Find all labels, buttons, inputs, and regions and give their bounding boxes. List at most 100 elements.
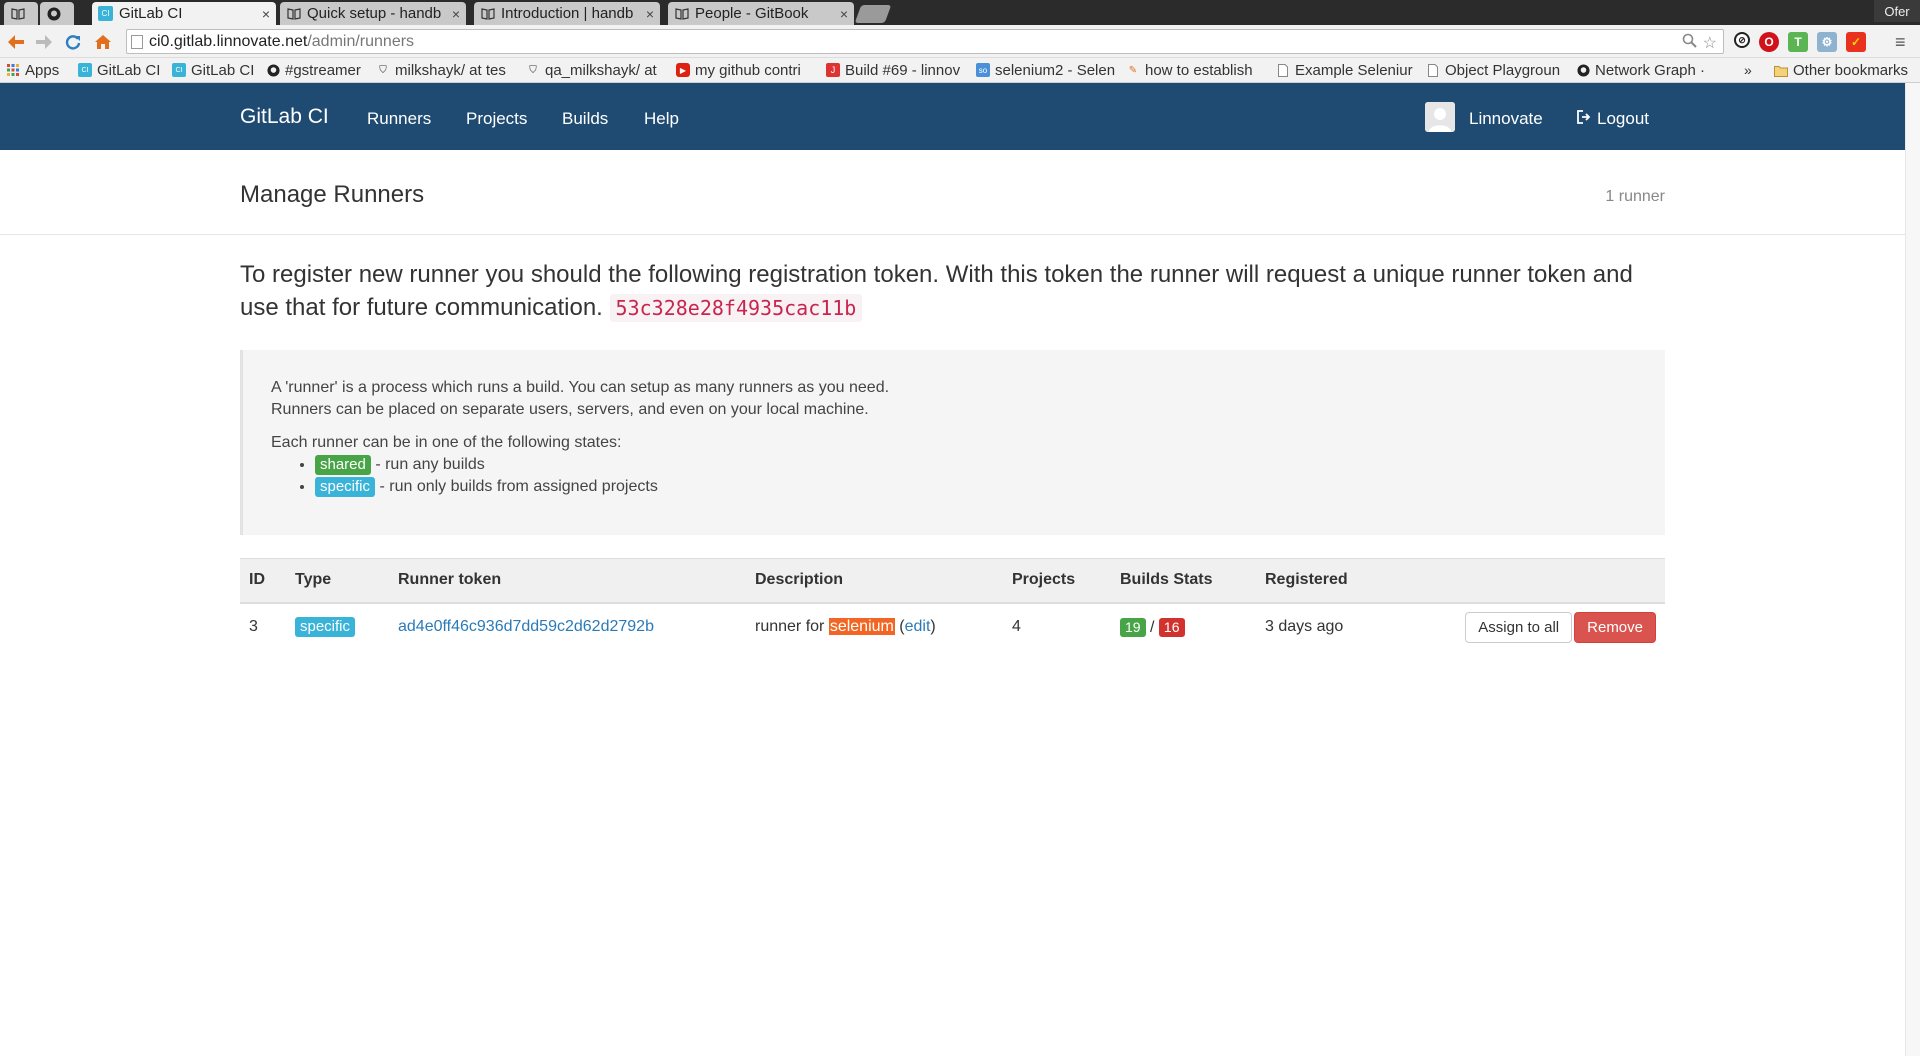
runner-token-link[interactable]: ad4e0ff46c936d7dd59c2d62d2792b xyxy=(398,618,654,635)
shield-icon: ⛉ xyxy=(379,64,387,76)
youtube-icon: ▶ xyxy=(676,63,690,77)
bookmark-label: Build #69 - linnov xyxy=(845,61,961,79)
search-icon[interactable] xyxy=(1682,33,1697,53)
logout-label: Logout xyxy=(1597,109,1649,128)
bookmark-milkshayk[interactable]: ⛉ milkshayk/ at tes xyxy=(370,62,520,79)
nav-link-help[interactable]: Help xyxy=(644,109,679,129)
bookmark-label: GitLab CI xyxy=(97,61,161,79)
list-item: specific - run only builds from assigned… xyxy=(315,476,1665,498)
book-icon xyxy=(286,6,301,21)
runner-registered: 3 days ago xyxy=(1265,618,1344,635)
bookmark-gitlab-ci-1[interactable]: CI GitLab CI xyxy=(72,62,166,79)
book-icon xyxy=(674,6,689,21)
list-item: shared - run any builds xyxy=(315,454,1665,476)
states-list: shared - run any builds specific - run o… xyxy=(271,454,1665,498)
extension-t-icon[interactable]: T xyxy=(1788,32,1808,52)
runner-id: 3 xyxy=(249,618,258,635)
column-header-registered: Registered xyxy=(1256,558,1441,604)
registration-text: To register new runner you should the fo… xyxy=(240,261,1633,321)
avatar[interactable] xyxy=(1425,102,1455,132)
top-navbar: GitLab CI Runners Projects Builds Help L… xyxy=(0,83,1920,150)
bookmark-label: how to establish xyxy=(1145,61,1253,79)
edit-close-paren: ) xyxy=(930,618,936,635)
home-icon[interactable] xyxy=(92,31,114,53)
stackexchange-icon: ✎ xyxy=(1128,64,1138,76)
bookmark-object-playground[interactable]: Object Playgroun xyxy=(1420,62,1570,79)
extension-opera-icon[interactable]: O xyxy=(1759,32,1779,52)
close-icon[interactable]: × xyxy=(646,6,654,22)
forward-arrow-icon[interactable] xyxy=(33,31,55,53)
browser-tab-pinned-github[interactable] xyxy=(40,2,74,25)
tab-label: Introduction | handb xyxy=(501,5,634,22)
browser-tab-introduction[interactable]: Introduction | handb × xyxy=(474,2,660,25)
nav-link-projects[interactable]: Projects xyxy=(466,109,527,129)
browser-tab-gitlab-ci[interactable]: CI GitLab CI × xyxy=(92,2,276,25)
bookmark-qa-milkshayk[interactable]: ⛉ qa_milkshayk/ at xyxy=(520,62,670,79)
profile-name[interactable]: Ofer xyxy=(1874,0,1920,22)
gitlab-ci-icon: CI xyxy=(78,63,92,77)
builds-stats-cell: 19 / 16 xyxy=(1111,603,1256,651)
bookmark-label: Apps xyxy=(25,61,60,79)
assign-to-all-button[interactable]: Assign to all xyxy=(1465,611,1573,643)
bookmark-build-69[interactable]: J Build #69 - linnov xyxy=(820,62,970,79)
column-header-runner-token: Runner token xyxy=(389,558,746,604)
gitlab-ci-icon: CI xyxy=(172,63,186,77)
table-row: 3 specific ad4e0ff46c936d7dd59c2d62d2792… xyxy=(240,603,1665,651)
edit-description-link[interactable]: edit xyxy=(905,618,931,635)
star-icon[interactable]: ☆ xyxy=(1703,33,1717,53)
logout-link[interactable]: Logout xyxy=(1577,109,1649,129)
registration-instructions: To register new runner you should the fo… xyxy=(240,258,1670,325)
menu-icon[interactable]: ≡ xyxy=(1895,32,1906,53)
nav-link-builds[interactable]: Builds xyxy=(562,109,608,129)
page-icon xyxy=(1276,63,1290,77)
bookmark-github-contrib[interactable]: ▶ my github contri xyxy=(670,62,820,79)
runner-description-cell: runner for selenium (edit) xyxy=(746,603,1003,651)
description-prefix: runner for xyxy=(755,618,829,635)
runner-info-well: A 'runner' is a process which runs a bui… xyxy=(240,350,1665,535)
stackoverflow-icon: so xyxy=(976,63,990,77)
page-icon xyxy=(1426,63,1440,77)
other-bookmarks-folder[interactable]: Other bookmarks xyxy=(1768,58,1914,83)
page-icon xyxy=(131,35,143,49)
page-scrollbar[interactable] xyxy=(1905,83,1920,1056)
column-header-builds-stats: Builds Stats xyxy=(1111,558,1256,604)
close-icon[interactable]: × xyxy=(262,6,270,22)
github-icon xyxy=(266,63,280,77)
bookmark-gstreamer[interactable]: #gstreamer xyxy=(260,62,370,79)
brand-link[interactable]: GitLab CI xyxy=(240,105,329,129)
nav-username[interactable]: Linnovate xyxy=(1469,109,1543,129)
extension-clock-icon[interactable]: ⊘ xyxy=(1734,32,1750,48)
description-highlight: selenium xyxy=(828,618,895,635)
remove-button[interactable]: Remove xyxy=(1574,611,1656,643)
page-title: Manage Runners xyxy=(240,181,425,208)
address-bar[interactable]: ci0.gitlab.linnovate.net/admin/runners ☆ xyxy=(126,29,1724,54)
bookmark-gitlab-ci-2[interactable]: CI GitLab CI xyxy=(166,62,260,79)
new-tab-button[interactable] xyxy=(854,5,892,23)
extension-selenium-icon[interactable]: ✓ xyxy=(1846,32,1866,52)
column-header-type: Type xyxy=(286,558,389,604)
browser-tab-people[interactable]: People - GitBook × xyxy=(668,2,854,25)
bookmarks-overflow-chevron[interactable]: » xyxy=(1744,62,1752,78)
gitlab-ci-icon: CI xyxy=(98,6,113,21)
back-arrow-icon[interactable] xyxy=(5,31,27,53)
browser-tab-quick-setup[interactable]: Quick setup - handb × xyxy=(280,2,466,25)
bookmark-apps[interactable]: Apps xyxy=(0,62,72,79)
close-icon[interactable]: × xyxy=(452,6,460,22)
bookmark-label: milkshayk/ at tes xyxy=(395,61,506,79)
extension-tools-icon[interactable]: ⚙ xyxy=(1817,32,1837,52)
bookmark-label: selenium2 - Selen xyxy=(995,61,1116,79)
url-path: /admin/runners xyxy=(307,32,415,50)
github-icon xyxy=(46,6,61,21)
bookmark-label: Object Playgroun xyxy=(1445,61,1561,79)
state-description: - run only builds from assigned projects xyxy=(375,478,658,495)
bookmark-selenium2[interactable]: so selenium2 - Selen xyxy=(970,62,1120,79)
bookmark-how-to-establish[interactable]: ✎ how to establish xyxy=(1120,62,1270,79)
reload-icon[interactable] xyxy=(62,31,84,53)
nav-link-runners[interactable]: Runners xyxy=(367,109,431,129)
browser-tabstrip: CI GitLab CI × Quick setup - handb × Int… xyxy=(0,0,1920,25)
browser-tab-pinned-book[interactable] xyxy=(4,2,38,25)
bookmark-network-graph[interactable]: Network Graph · xyxy=(1570,62,1720,79)
bookmark-example-selenium[interactable]: Example Seleniur xyxy=(1270,62,1420,79)
url-host: ci0.gitlab.linnovate.net xyxy=(149,32,308,50)
close-icon[interactable]: × xyxy=(840,6,848,22)
